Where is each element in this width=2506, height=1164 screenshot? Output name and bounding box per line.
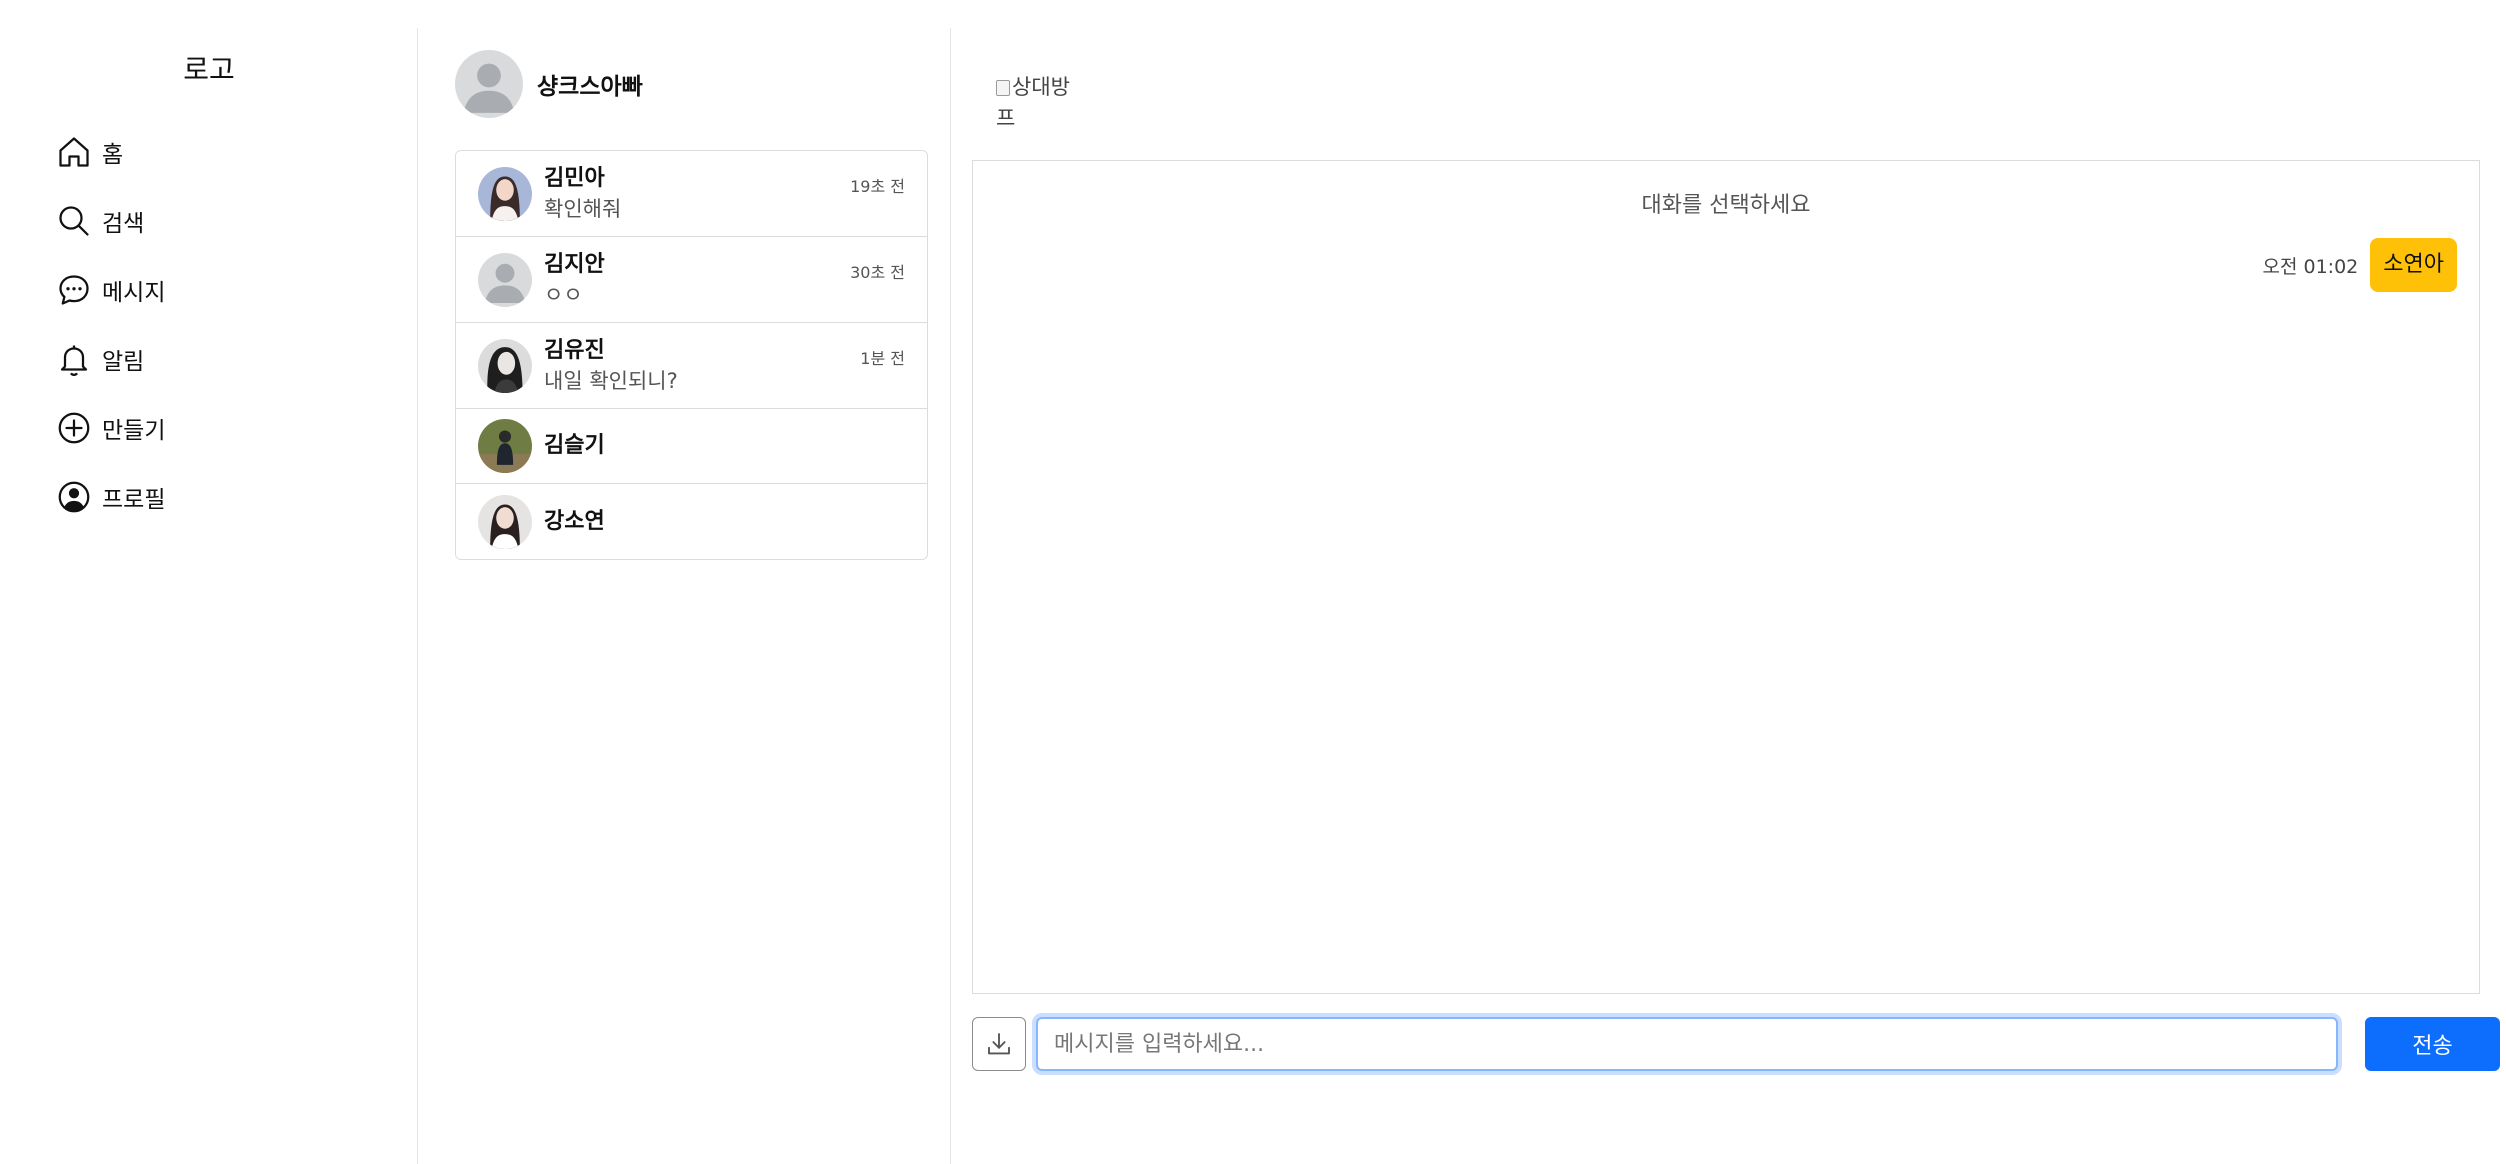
message-input[interactable] [1036, 1017, 2338, 1071]
conversation-item[interactable]: 김지안 ㅇㅇ 30초 전 [456, 237, 927, 323]
conversation-name: 김유진 [544, 337, 605, 363]
nav-item-notifications[interactable]: 알림 [56, 337, 144, 381]
nav-item-messages[interactable]: 메시지 [56, 268, 165, 312]
conversation-item[interactable]: 김민아 확인해줘 19초 전 [456, 151, 927, 237]
nav-item-label: 메시지 [102, 280, 166, 306]
profile-icon [56, 479, 92, 515]
conversation-item[interactable]: 강소연 [456, 484, 927, 559]
conversation-item[interactable]: 김유진 내일 확인되니? 1분 전 [456, 323, 927, 409]
search-icon [56, 203, 92, 239]
avatar [478, 419, 532, 473]
avatar [455, 50, 523, 118]
sidebar-nav: 로고 홈 검색 메시지 알림 만들기 프로필 [0, 28, 418, 1164]
avatar [478, 166, 532, 221]
broken-image-icon [996, 80, 1010, 96]
conversation-name: 김지안 [544, 251, 605, 277]
conversation-item[interactable]: 김슬기 [456, 409, 927, 484]
conversation-time: 19초 전 [850, 177, 905, 196]
peer-profile-image: 상대방 프 [996, 72, 1076, 136]
nav-item-label: 검색 [102, 211, 145, 237]
message-bubble: 소연아 [2370, 238, 2457, 292]
home-icon [56, 134, 92, 170]
message-area[interactable]: 대화를 선택하세요 오전 01:02 소연아 [972, 160, 2480, 994]
bell-icon [56, 341, 92, 377]
current-user[interactable]: 샹크스아빠 [455, 50, 643, 118]
attach-button[interactable] [972, 1017, 1026, 1071]
current-user-name: 샹크스아빠 [537, 74, 643, 100]
conversation-name: 김슬기 [544, 433, 605, 458]
plus-circle-icon [56, 410, 92, 446]
conversation-time: 30초 전 [850, 263, 905, 282]
message-time: 오전 01:02 [2262, 255, 2359, 278]
message-row: 오전 01:02 소연아 [2262, 238, 2457, 292]
message-icon [56, 272, 92, 308]
nav-item-label: 만들기 [102, 418, 166, 444]
nav-item-search[interactable]: 검색 [56, 199, 144, 243]
nav-item-create[interactable]: 만들기 [56, 406, 165, 450]
download-icon [988, 1033, 1010, 1055]
nav-item-label: 홈 [102, 142, 124, 168]
nav-item-label: 알림 [102, 349, 145, 375]
conversation-name: 김민아 [544, 165, 605, 191]
message-composer: 전송 [972, 1017, 2500, 1071]
empty-hint: 대화를 선택하세요 [1641, 193, 1811, 218]
nav-item-label: 프로필 [102, 487, 166, 513]
conversation-preview: ㅇㅇ [544, 282, 583, 307]
conversation-preview: 확인해줘 [544, 196, 622, 221]
conversation-list: 김민아 확인해줘 19초 전 김지안 ㅇㅇ 30초 전 김유진 내일 확인되니? [455, 150, 928, 560]
avatar [478, 252, 532, 307]
conversation-name: 강소연 [544, 508, 605, 534]
avatar [478, 338, 532, 393]
nav-item-home[interactable]: 홈 [56, 130, 123, 174]
nav-item-profile[interactable]: 프로필 [56, 475, 165, 519]
conversation-time: 1분 전 [860, 349, 905, 368]
avatar [478, 494, 532, 549]
send-button[interactable]: 전송 [2365, 1017, 2500, 1071]
conversation-column: 샹크스아빠 김민아 확인해줘 19초 전 김지안 ㅇㅇ 30초 전 김유진 내일… [419, 28, 951, 1164]
logo[interactable]: 로고 [0, 48, 418, 88]
chat-panel: 상대방 프 대화를 선택하세요 오전 01:02 소연아 전송 [952, 0, 2506, 1164]
conversation-preview: 내일 확인되니? [544, 368, 678, 393]
